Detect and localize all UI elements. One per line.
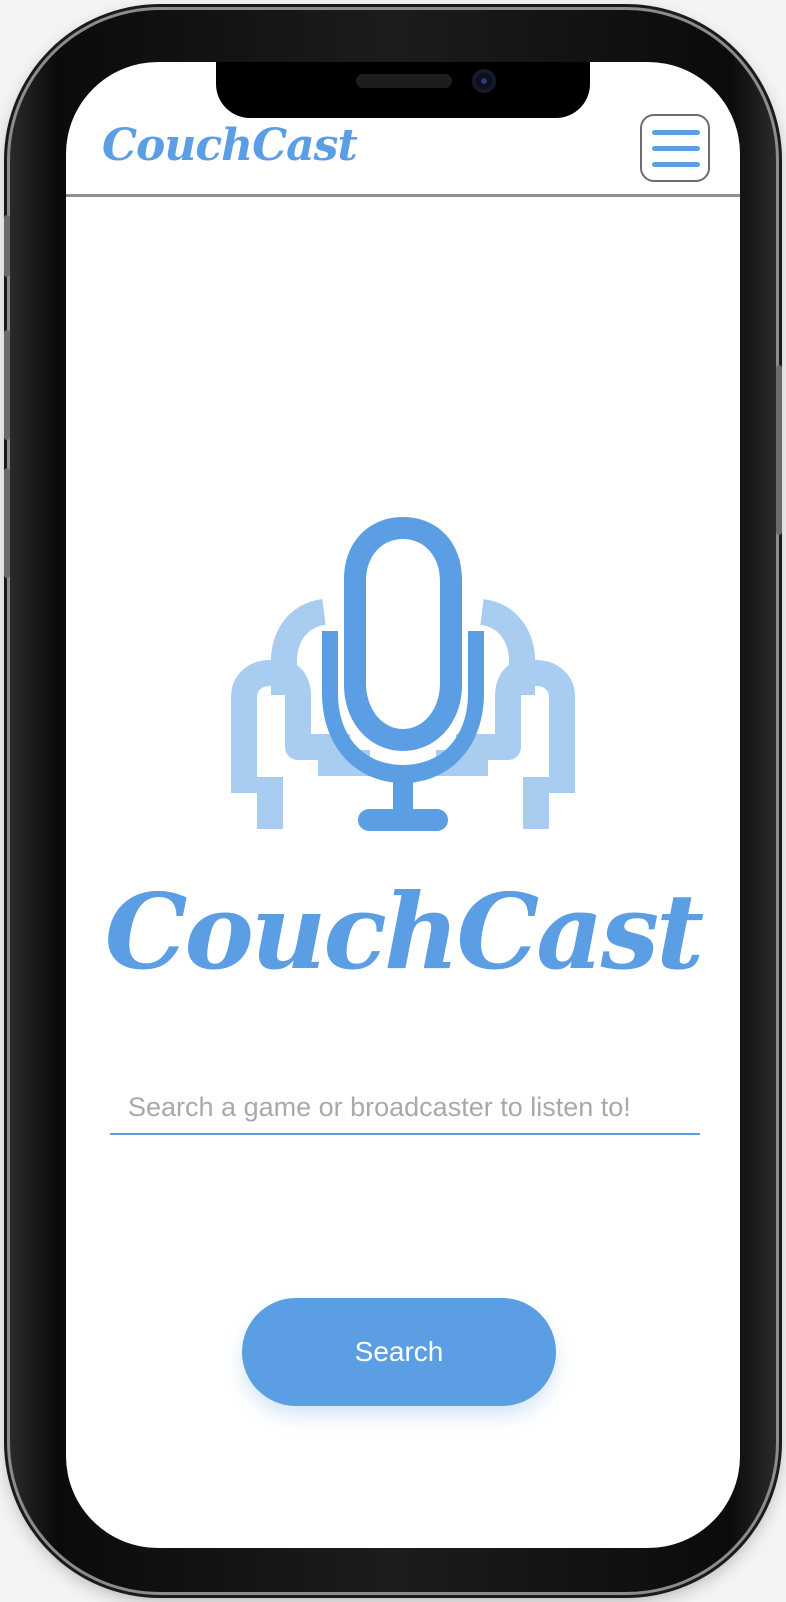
hamburger-menu-button[interactable] xyxy=(640,114,710,182)
hamburger-menu-icon-line xyxy=(652,146,700,151)
phone-frame: CouchCast CouchCast Search a game or bro… xyxy=(4,10,782,1592)
front-camera xyxy=(472,69,496,93)
screen: CouchCast CouchCast Search a game or bro… xyxy=(66,62,740,1548)
search-button[interactable]: Search xyxy=(242,1298,556,1406)
search-input[interactable] xyxy=(110,1084,700,1135)
speaker-grille xyxy=(356,74,452,88)
search-field-wrapper xyxy=(110,1084,700,1135)
volume-up-button xyxy=(4,330,10,440)
header-logo[interactable]: CouchCast xyxy=(102,120,358,171)
power-button xyxy=(776,365,782,535)
header-bar: CouchCast xyxy=(66,102,740,197)
hero-brand-text: CouchCast xyxy=(104,870,704,993)
mute-switch xyxy=(4,215,10,277)
volume-down-button xyxy=(4,468,10,578)
microphone-on-couch-icon xyxy=(231,517,575,831)
hamburger-menu-icon xyxy=(652,130,700,135)
hamburger-menu-icon-line xyxy=(652,162,700,167)
